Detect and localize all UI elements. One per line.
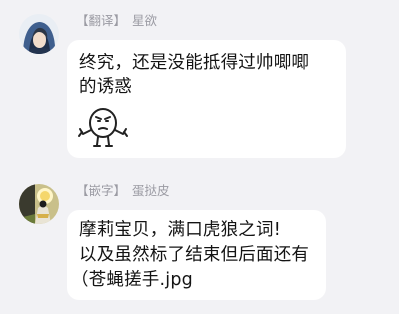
avatar[interactable]: [19, 14, 59, 54]
message-text-line: 摩莉宝贝，满口虎狼之词!: [79, 220, 281, 240]
sender-line: 【翻译】 星欲: [76, 13, 157, 29]
sender-name[interactable]: 蛋挞皮: [132, 183, 170, 198]
sender-name[interactable]: 星欲: [132, 13, 157, 28]
avatar[interactable]: [19, 184, 59, 224]
message-text-line: （苍蝇搓手.jpg: [71, 270, 193, 290]
message-bubble[interactable]: 摩莉宝贝，满口虎狼之词! 以及虽然标了结束但后面还有 （苍蝇搓手.jpg: [67, 210, 326, 300]
sender-line: 【嵌字】 蛋挞皮: [76, 183, 170, 199]
message-text-line: 以及虽然标了结束但后面还有: [79, 245, 310, 265]
role-tag: 【嵌字】: [76, 183, 127, 198]
illustrated-figure-avatar-icon: [19, 184, 59, 224]
shrug-face-sticker-icon: [77, 102, 129, 156]
role-tag: 【翻译】: [76, 13, 127, 28]
hooded-figure-avatar-icon: [19, 14, 59, 54]
message-text-line: 终究，还是没能抵得过帅唧唧: [79, 53, 310, 73]
message-bubble[interactable]: 终究，还是没能抵得过帅唧唧 的诱惑: [67, 40, 346, 158]
message-text-line: 的诱惑: [79, 77, 133, 97]
